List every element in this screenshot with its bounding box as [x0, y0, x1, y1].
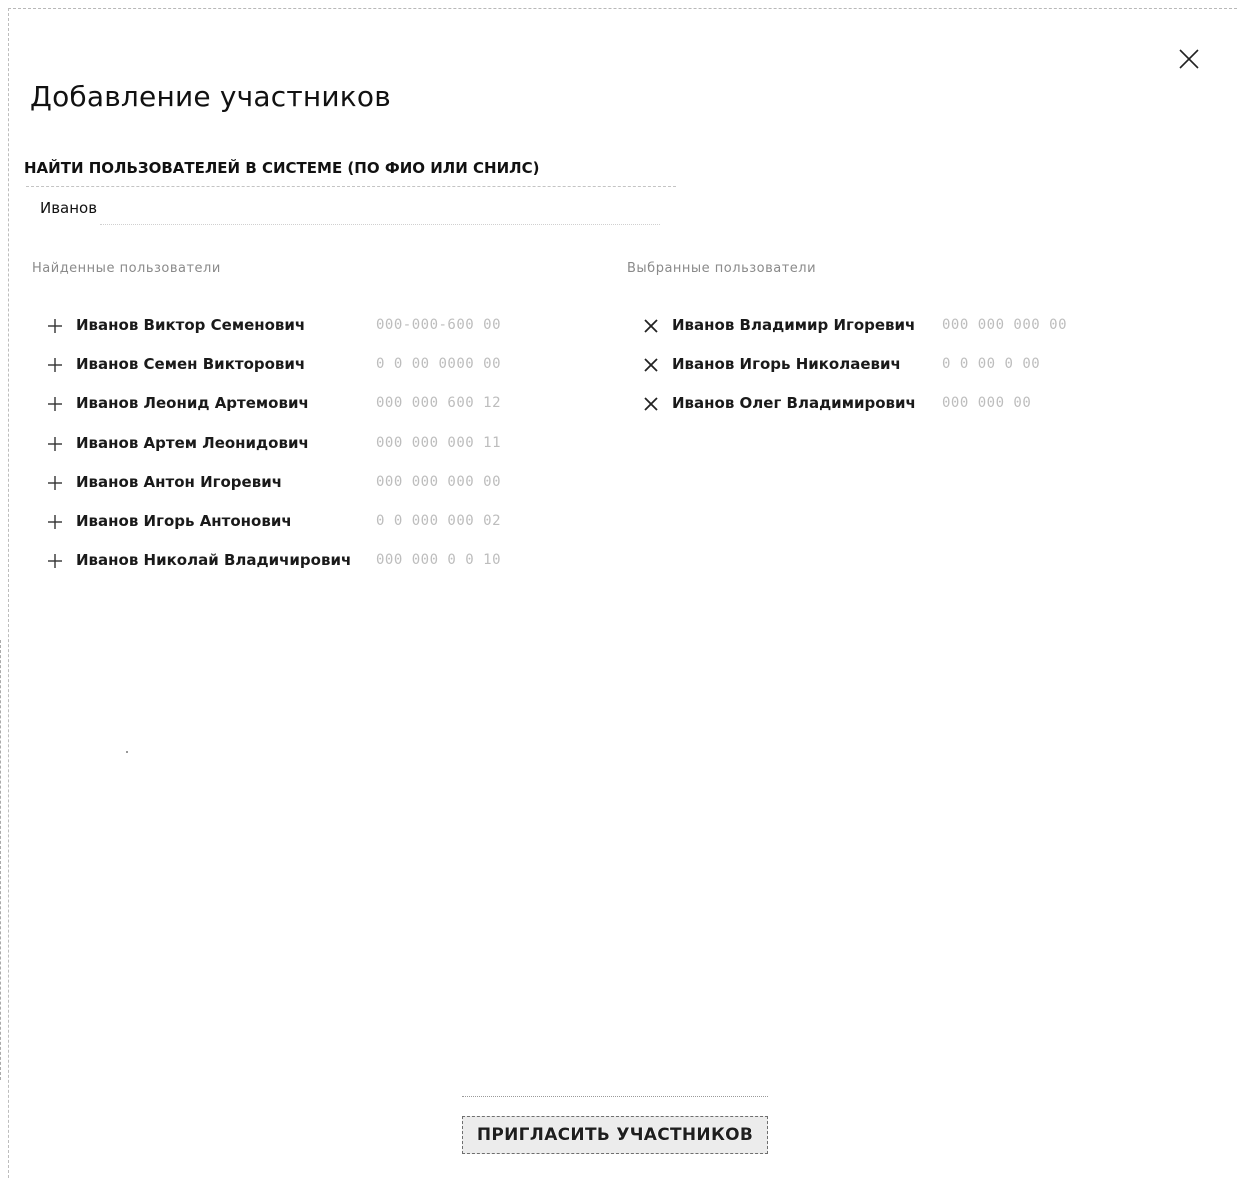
selected-user-snils: 000 000 00	[942, 395, 1032, 412]
dialog-frame	[8, 8, 1237, 1178]
side-margin-marks	[0, 640, 9, 1080]
found-user-snils: 0 0 00 0000 00	[376, 356, 502, 373]
found-users-heading: Найденные пользователи	[32, 261, 221, 276]
plus-icon[interactable]	[46, 395, 64, 413]
search-input[interactable]	[38, 196, 662, 220]
found-user-name: Иванов Артем Леонидович	[76, 433, 309, 452]
close-button[interactable]	[1174, 44, 1204, 74]
found-user-name: Иванов Леонид Артемович	[76, 394, 309, 413]
selected-user-snils: 000 000 000 00	[942, 317, 1068, 333]
found-user-snils: 000 000 600 12	[376, 395, 502, 412]
found-user-snils: 0 0 000 000 02	[376, 512, 502, 529]
found-user-snils: 000 000 000 00	[376, 473, 502, 490]
invite-button-box: ПРИГЛАСИТЬ УЧАСТНИКОВ	[462, 1116, 768, 1154]
plus-icon[interactable]	[46, 474, 64, 492]
selected-user-name: Иванов Владимир Игоревич	[672, 316, 916, 334]
button-top-dashes	[462, 1096, 768, 1105]
found-user-name: Иванов Антон Игоревич	[76, 472, 283, 491]
found-user-name: Иванов Игорь Антонович	[76, 511, 292, 530]
found-user-name: Иванов Семен Викторович	[76, 355, 306, 374]
plus-icon[interactable]	[46, 356, 64, 374]
search-divider	[26, 186, 676, 187]
invite-participants-button[interactable]: ПРИГЛАСИТЬ УЧАСТНИКОВ	[462, 1096, 768, 1156]
found-user-snils: 000-000-600 00	[376, 317, 502, 333]
plus-icon[interactable]	[46, 435, 64, 453]
found-user-snils: 000 000 000 11	[376, 434, 502, 451]
plus-icon[interactable]	[46, 513, 64, 531]
close-icon	[1179, 49, 1199, 69]
selected-user-snils: 0 0 00 0 00	[942, 356, 1041, 373]
plus-icon[interactable]	[46, 552, 64, 570]
found-user-name: Иванов Виктор Семенович	[76, 316, 306, 334]
remove-icon[interactable]	[642, 356, 660, 374]
found-user-snils: 000 000 0 0 10	[376, 552, 502, 569]
search-input-underline	[100, 224, 660, 225]
search-label: НАЙТИ ПОЛЬЗОВАТЕЛЕЙ В СИСТЕМЕ (ПО ФИО ИЛ…	[24, 159, 540, 177]
remove-icon[interactable]	[642, 395, 660, 413]
selected-user-name: Иванов Олег Владимирович	[672, 394, 916, 413]
dialog-title: Добавление участников	[30, 80, 391, 113]
found-user-name: Иванов Николай Владичирович	[76, 551, 352, 570]
selected-user-name: Иванов Игорь Николаевич	[672, 355, 901, 374]
stray-dot	[126, 751, 128, 753]
selected-users-heading: Выбранные пользователи	[627, 261, 817, 276]
invite-button-label: ПРИГЛАСИТЬ УЧАСТНИКОВ	[476, 1125, 754, 1145]
remove-icon[interactable]	[642, 317, 660, 335]
plus-icon[interactable]	[46, 317, 64, 335]
